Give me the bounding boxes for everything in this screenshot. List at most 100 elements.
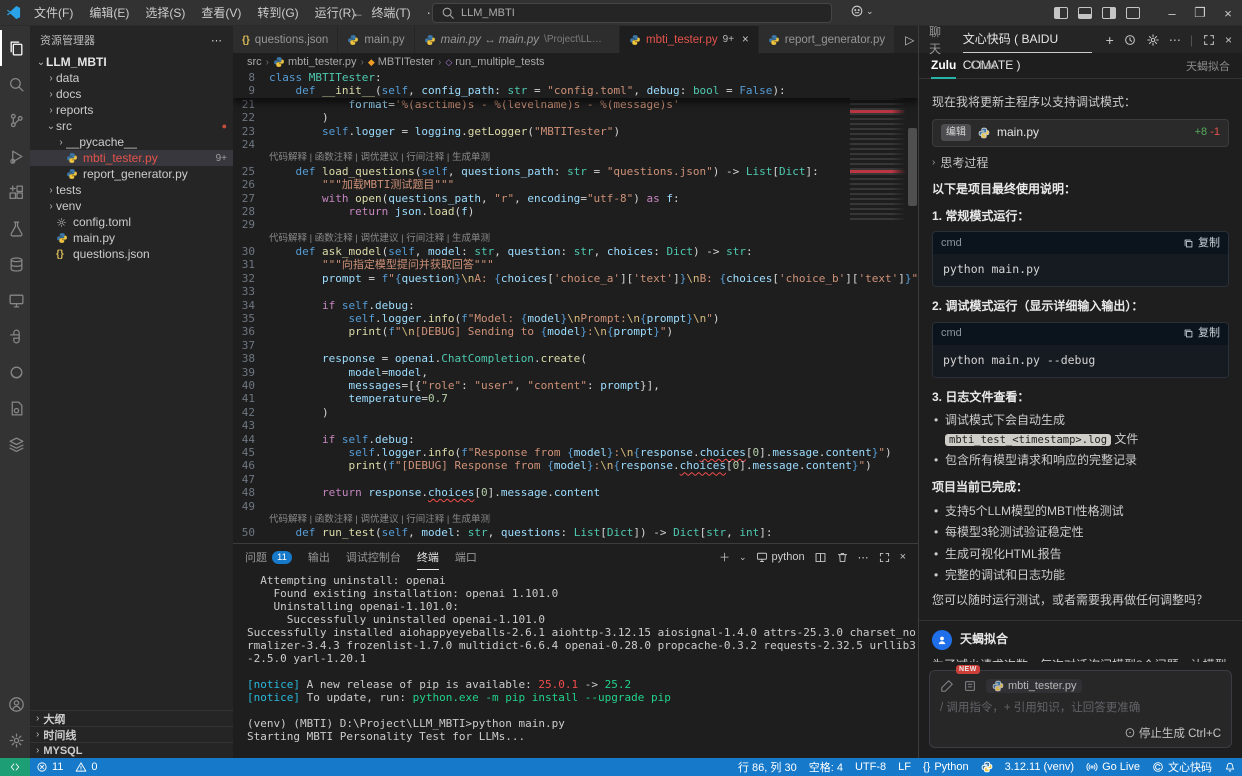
panel-tab-终端[interactable]: 终端 — [417, 544, 439, 570]
breadcrumb[interactable]: src›mbti_tester.py›◆MBTITester›◇run_mult… — [233, 53, 918, 71]
panel-tab-输出[interactable]: 输出 — [308, 544, 330, 570]
stop-generating-button[interactable]: ⊙ 停止生成 Ctrl+C — [1124, 725, 1221, 741]
tree-item-questionsjson[interactable]: {}questions.json — [30, 246, 233, 262]
tab-zulu[interactable]: Zulu — [931, 53, 956, 79]
minimize-button[interactable]: – — [1158, 0, 1186, 26]
menu-item[interactable]: 选择(S) — [137, 0, 193, 26]
monitor-icon[interactable] — [0, 282, 30, 318]
tree-item-report_generatorpy[interactable]: report_generator.py — [30, 166, 233, 182]
breadcrumb-item[interactable]: src — [247, 56, 262, 68]
menu-item[interactable]: 查看(V) — [193, 0, 249, 26]
terminal-output[interactable]: Attempting uninstall: openai Found exist… — [233, 570, 918, 758]
knowledge-icon[interactable] — [963, 679, 977, 693]
copy-button[interactable]: 复制 — [1183, 325, 1220, 342]
tree-item-tests[interactable]: ›tests — [30, 182, 233, 198]
status-8630[interactable]: 行 86, 列 30 — [732, 758, 803, 776]
panel-tab-端口[interactable]: 端口 — [455, 544, 477, 570]
status-utf8[interactable]: UTF-8 — [849, 758, 892, 776]
toggle-panel-icon[interactable] — [1078, 7, 1092, 19]
tree-item-llm_mbti[interactable]: ⌄LLM_MBTI — [30, 54, 233, 70]
account-label[interactable]: 天蝎拟合 — [1186, 58, 1230, 74]
customize-layout-icon[interactable] — [1126, 7, 1140, 19]
status-braces[interactable]: {}Python — [917, 758, 975, 776]
gear-icon[interactable] — [0, 722, 30, 758]
layers-icon[interactable] — [0, 426, 30, 462]
forward-icon[interactable]: → — [374, 6, 386, 20]
panel-tab-问题[interactable]: 问题11 — [245, 544, 292, 570]
explorer-more-icon[interactable]: ⋯ — [211, 34, 223, 47]
terminal-shell-selector[interactable]: python — [756, 551, 805, 563]
tree-item-docs[interactable]: ›docs — [30, 86, 233, 102]
editor-tab[interactable]: {}questions.json — [233, 26, 338, 53]
tree-item-data[interactable]: ›data — [30, 70, 233, 86]
close-window-button[interactable]: × — [1214, 0, 1242, 26]
tree-item-__pycache__[interactable]: ›__pycache__ — [30, 134, 233, 150]
new-terminal-icon[interactable]: ＋ — [719, 549, 730, 565]
editor-tab[interactable]: mbti_tester.py9+× — [620, 26, 759, 53]
tree-item-src[interactable]: ⌄src● — [30, 118, 233, 134]
status-31211venv[interactable]: 3.12.11 (venv) — [999, 758, 1081, 776]
restore-button[interactable]: ❐ — [1186, 0, 1214, 26]
tree-item-reports[interactable]: ›reports — [30, 102, 233, 118]
new-chat-icon[interactable]: + — [1106, 32, 1114, 48]
menu-item[interactable]: 文件(F) — [26, 0, 81, 26]
kill-terminal-icon[interactable] — [836, 551, 849, 564]
search-icon[interactable] — [0, 66, 30, 102]
db-icon[interactable] — [0, 246, 30, 282]
settings-icon[interactable] — [1146, 33, 1160, 47]
tree-item-venv[interactable]: ›venv — [30, 198, 233, 214]
panel-tab-调试控制台[interactable]: 调试控制台 — [346, 544, 401, 570]
python-icon[interactable] — [0, 318, 30, 354]
ext-icon[interactable] — [0, 174, 30, 210]
thinking-process-toggle[interactable]: › 思考过程 — [932, 154, 1229, 173]
panel-tab-comate[interactable]: 文心快码 ( BAIDU COMATE ) — [963, 26, 1092, 53]
more-icon[interactable]: ⋯ — [858, 551, 869, 564]
status-lf[interactable]: LF — [892, 758, 917, 776]
run-button[interactable]: ▷ — [905, 33, 914, 47]
editor-scrollbar[interactable] — [908, 128, 917, 206]
account-icon[interactable] — [0, 686, 30, 722]
chat-input-box[interactable]: NEW mbti_tester.py / 调用指令，+ 引用知识，让回答更准确 … — [929, 670, 1232, 748]
status-bell[interactable] — [1218, 758, 1242, 776]
status-error[interactable]: 11 — [30, 758, 69, 776]
toggle-primary-sidebar-icon[interactable] — [1054, 7, 1068, 19]
editor-tab[interactable]: main.py — [338, 26, 414, 53]
panel-tab-chat[interactable]: 聊天 — [929, 23, 949, 57]
breadcrumb-item[interactable]: ◇run_multiple_tests — [445, 56, 544, 68]
breadcrumb-item[interactable]: mbti_tester.py — [273, 56, 356, 68]
close-tab-icon[interactable]: × — [742, 34, 749, 46]
breadcrumb-item[interactable]: ◆MBTITester — [368, 56, 434, 68]
edit-file-card[interactable]: 编辑 main.py +8 -1 — [932, 119, 1229, 147]
status-pylogo[interactable] — [975, 758, 999, 776]
git-icon[interactable] — [0, 102, 30, 138]
status-broadcast[interactable]: Go Live — [1080, 758, 1146, 776]
more-icon[interactable]: ⋯ — [1169, 33, 1181, 47]
section-大纲[interactable]: ›大纲 — [30, 710, 233, 726]
chevron-down-icon[interactable]: ⌄ — [739, 552, 747, 563]
status-remote[interactable] — [0, 758, 30, 776]
context-file-chip[interactable]: mbti_tester.py — [986, 679, 1082, 693]
code-editor[interactable]: 8class MBTITester:9 def __init__(self, c… — [233, 71, 918, 543]
filegear-icon[interactable] — [0, 390, 30, 426]
instruction-icon[interactable] — [940, 679, 954, 693]
command-search-box[interactable]: LLM_MBTI — [432, 3, 832, 23]
tree-item-mbti_testerpy[interactable]: mbti_tester.py9+ — [30, 150, 233, 166]
tree-item-configtoml[interactable]: config.toml — [30, 214, 233, 230]
tree-item-mainpy[interactable]: main.py — [30, 230, 233, 246]
section-时间线[interactable]: ›时间线 — [30, 726, 233, 742]
copy-button[interactable]: 复制 — [1183, 235, 1220, 252]
assistant-menu-icon[interactable]: ⌄ — [850, 4, 874, 18]
close-panel-icon[interactable]: × — [900, 551, 906, 563]
split-terminal-icon[interactable] — [814, 551, 827, 564]
status-warn[interactable]: 0 — [69, 758, 103, 776]
debug-icon[interactable] — [0, 138, 30, 174]
toggle-secondary-sidebar-icon[interactable] — [1102, 7, 1116, 19]
editor-tab[interactable]: main.py ↔ main.py\Project\LLM_MBTI - .. — [415, 26, 620, 53]
menu-item[interactable]: 编辑(E) — [81, 0, 137, 26]
status-comate[interactable]: 文心快码 — [1146, 758, 1218, 776]
menu-item[interactable]: 转到(G) — [249, 0, 306, 26]
section-mysql[interactable]: ›MYSQL — [30, 742, 233, 758]
editor-tab[interactable]: report_generator.py — [759, 26, 895, 53]
flask-icon[interactable] — [0, 210, 30, 246]
history-icon[interactable] — [1123, 33, 1137, 47]
